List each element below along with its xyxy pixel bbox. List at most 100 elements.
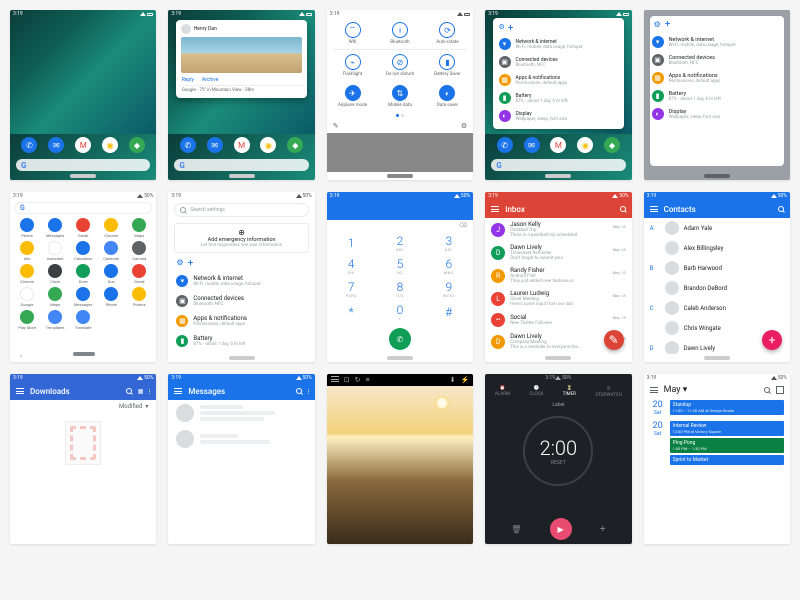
google-search-bar[interactable]: G bbox=[491, 159, 625, 171]
sort-dropdown[interactable]: Modified ▾ bbox=[10, 400, 156, 413]
calendar-month[interactable]: May ▾ bbox=[664, 385, 758, 395]
today-button[interactable] bbox=[776, 386, 784, 394]
emergency-card[interactable]: ⊕ Add emergency information Let first re… bbox=[174, 223, 308, 253]
app-camera[interactable]: Camera bbox=[126, 241, 152, 261]
nav-back[interactable]: ‹ bbox=[20, 352, 22, 360]
settings-row[interactable]: ▾Network & internetWi-Fi, mobile, data u… bbox=[497, 35, 621, 53]
settings-row[interactable]: ◐DisplayWallpaper, sleep, font size bbox=[497, 107, 621, 125]
dial-key-6[interactable]: 6MNO bbox=[424, 254, 473, 277]
app-assistant[interactable]: Assistant bbox=[42, 241, 68, 261]
calendar-event[interactable]: Internal Review12:00 PM at Victory Squar… bbox=[670, 421, 784, 436]
app-play-store[interactable]: Play Store bbox=[14, 310, 40, 330]
settings-icon[interactable]: ⚙ bbox=[499, 23, 505, 34]
edit-icon[interactable]: ✎ bbox=[333, 122, 339, 130]
search-button[interactable] bbox=[296, 388, 302, 394]
app-messages[interactable]: Messages bbox=[42, 218, 68, 238]
add-contact-fab[interactable]: + bbox=[762, 330, 782, 350]
calendar-event[interactable]: Standup11:00 – 11:30 AM at Design Studio bbox=[670, 400, 784, 415]
settings-row[interactable]: ▮Battery87% - about 1 day, 6 hr left bbox=[168, 331, 314, 351]
dial-key-5[interactable]: 5JKL bbox=[376, 254, 425, 277]
inbox-row[interactable]: D Dawn LivelyTimesheet ReminderDon't for… bbox=[485, 241, 631, 264]
settings-row[interactable]: ▣Connected devicesBluetooth, NFC bbox=[497, 53, 621, 71]
dock-phone[interactable]: ✆ bbox=[180, 137, 196, 153]
app-gmail[interactable]: Gmail bbox=[70, 218, 96, 238]
nav-pill[interactable] bbox=[387, 356, 413, 360]
dock-chrome[interactable]: ◉ bbox=[102, 137, 118, 153]
dock-maps[interactable]: ◆ bbox=[287, 137, 303, 153]
settings-peek-card[interactable]: ⚙+ ▾Network & internetWi-Fi, mobile, dat… bbox=[493, 18, 625, 129]
settings-row[interactable]: ▾Network & internetWi-Fi, mobile, data u… bbox=[168, 271, 314, 291]
dial-key-3[interactable]: 3DEF bbox=[424, 231, 473, 254]
nav-pill[interactable] bbox=[229, 356, 255, 360]
overflow-button[interactable] bbox=[149, 389, 150, 394]
contact-row[interactable]: AAdam Yale bbox=[644, 218, 790, 238]
app-drive[interactable]: Drive bbox=[70, 264, 96, 284]
overflow-button[interactable] bbox=[308, 389, 309, 394]
backspace-button[interactable]: ⌫ bbox=[327, 220, 473, 231]
qs-flashlight[interactable]: ⌁Flashlight bbox=[331, 54, 374, 77]
settings-icon[interactable]: ⚙ bbox=[654, 20, 661, 29]
tab-clock[interactable]: 🕑CLOCK bbox=[529, 386, 543, 398]
search-settings[interactable]: Search settings bbox=[174, 203, 308, 217]
dock-maps[interactable]: ◆ bbox=[129, 137, 145, 153]
qs-airplane[interactable]: ✈Airplane mode bbox=[331, 85, 374, 108]
add-icon[interactable]: + bbox=[665, 19, 671, 30]
delete-timer-button[interactable]: 🗑 bbox=[511, 525, 521, 534]
inbox-row[interactable]: J Jason KellyPaintball TripThere is a pa… bbox=[485, 218, 631, 241]
calendar-event[interactable]: Ping Pong1:00 PM – 1:30 PM bbox=[670, 438, 784, 453]
app-gmail[interactable]: Gmail bbox=[126, 264, 152, 284]
inbox-row[interactable]: L Lauren LudwigClient MeetingHere's some… bbox=[485, 287, 631, 310]
app-google[interactable]: Google bbox=[14, 287, 40, 307]
notification-card[interactable]: Henry Dan Reply Archive Google · 75° in … bbox=[176, 20, 308, 98]
dial-key-8[interactable]: 8TUV bbox=[376, 278, 425, 301]
google-search-bar[interactable]: G bbox=[16, 159, 150, 171]
dock-gmail[interactable]: M bbox=[75, 137, 91, 153]
calendar-event[interactable]: Sprint to Market bbox=[670, 455, 784, 465]
dial-key-*[interactable]: * bbox=[327, 301, 376, 324]
dial-key-7[interactable]: 7PQRS bbox=[327, 278, 376, 301]
search-button[interactable] bbox=[764, 387, 770, 393]
dial-key-#[interactable]: # bbox=[424, 301, 473, 324]
menu-button[interactable] bbox=[16, 388, 24, 394]
nav-pill[interactable] bbox=[545, 356, 571, 360]
nav-pill[interactable] bbox=[545, 174, 571, 178]
compose-fab[interactable]: ✎ bbox=[604, 330, 624, 350]
crop-icon[interactable]: ⊡ bbox=[344, 376, 350, 384]
app-maps[interactable]: Maps bbox=[126, 218, 152, 238]
nav-pill[interactable] bbox=[704, 174, 730, 178]
rotate-icon[interactable]: ↻ bbox=[355, 376, 361, 384]
settings-row[interactable]: ◐DisplayWallpaper, sleep, font size bbox=[650, 105, 784, 123]
app-photos[interactable]: Photos bbox=[126, 287, 152, 307]
contact-row[interactable]: Brandon DeBord bbox=[644, 278, 790, 298]
dock-phone[interactable]: ✆ bbox=[21, 137, 37, 153]
menu-button[interactable] bbox=[650, 387, 658, 393]
settings-row[interactable]: ▦Apps & notificationsPermissions, defaul… bbox=[168, 311, 314, 331]
app-calculator[interactable]: Calculator bbox=[70, 241, 96, 261]
call-button[interactable]: ✆ bbox=[389, 328, 411, 350]
grid-view-button[interactable]: ▦ bbox=[138, 388, 144, 395]
menu-button[interactable] bbox=[491, 206, 499, 212]
add-icon[interactable]: + bbox=[508, 23, 514, 34]
timer-reset[interactable]: RESET bbox=[551, 460, 566, 466]
app-calendar[interactable]: Calendar bbox=[98, 241, 124, 261]
contact-row[interactable]: Alex Billingsley bbox=[644, 238, 790, 258]
dock-messages[interactable]: ✉ bbox=[48, 137, 64, 153]
settings-row[interactable]: ▮Battery87% - about 1 day, 6 hr left bbox=[650, 87, 784, 105]
photo-preview[interactable] bbox=[327, 386, 473, 544]
google-search-bar[interactable]: G bbox=[174, 159, 308, 171]
qs-rotate[interactable]: ⟳Auto-rotate bbox=[426, 22, 469, 45]
start-timer-fab[interactable]: ▶ bbox=[550, 518, 572, 540]
settings-row[interactable]: ▮Battery87% - about 1 day, 6 hr left bbox=[497, 89, 621, 107]
download-icon[interactable]: ⬇ bbox=[450, 376, 456, 384]
contact-row[interactable]: BBarb Harwood bbox=[644, 258, 790, 278]
archive-button[interactable]: Archive bbox=[202, 77, 219, 83]
dial-key-1[interactable]: 1 bbox=[327, 231, 376, 254]
search-button[interactable] bbox=[620, 206, 626, 212]
download-item[interactable] bbox=[65, 421, 101, 465]
add-timer-button[interactable]: + bbox=[600, 524, 606, 535]
settings-icon[interactable]: ⚙ bbox=[461, 122, 467, 130]
nav-pill[interactable] bbox=[229, 174, 255, 178]
settings-row[interactable]: ◐DisplayWallpaper, sleep, font size bbox=[168, 351, 314, 354]
app-phone[interactable]: Phone bbox=[14, 218, 40, 238]
tune-icon[interactable]: ≡ bbox=[366, 376, 370, 384]
